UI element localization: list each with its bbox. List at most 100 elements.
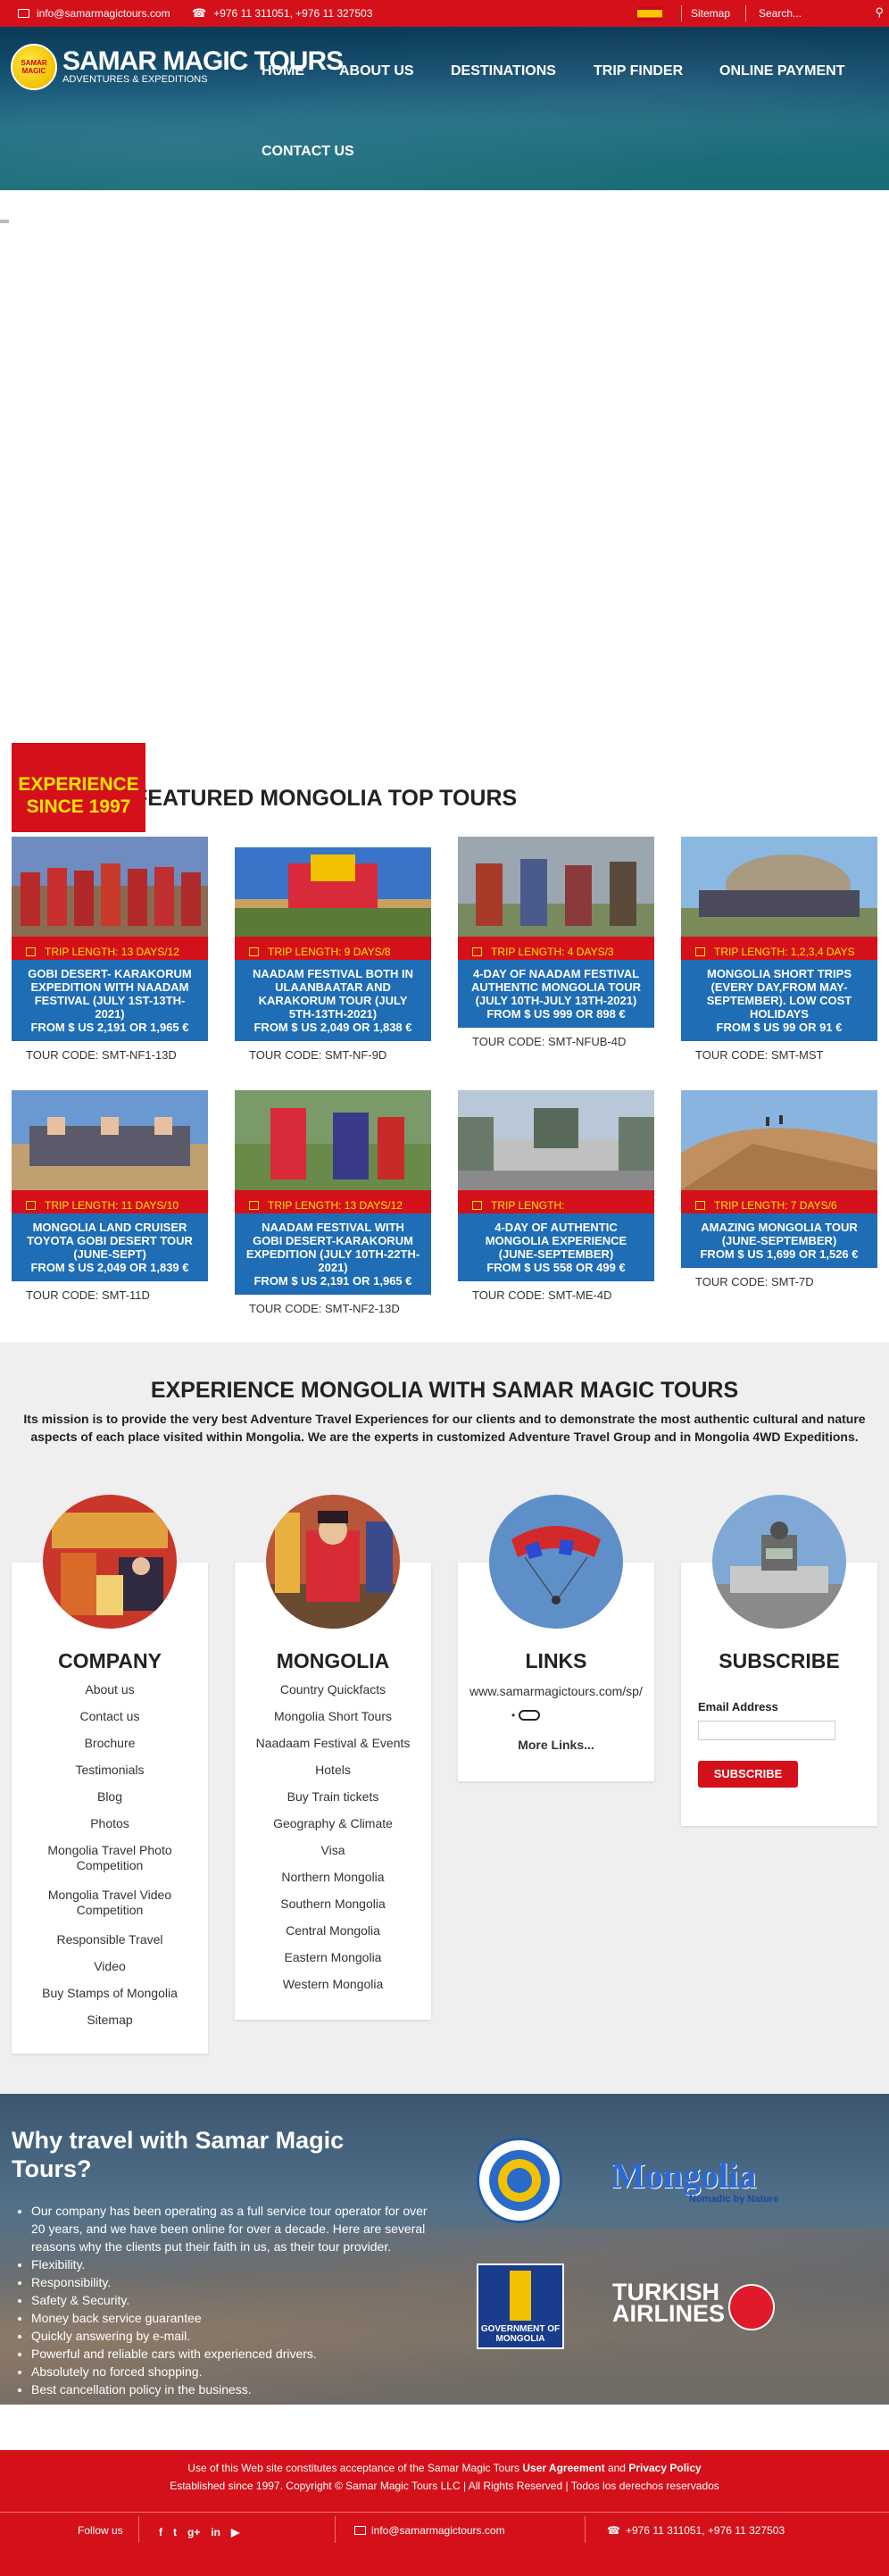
tour-name[interactable]: MONGOLIA LAND CRUISER TOYOTA GOBI DESERT… — [22, 1221, 197, 1261]
mongolia-link[interactable]: Country Quickfacts — [235, 1682, 431, 1697]
tour-info[interactable]: GOBI DESERT- KARAKORUM EXPEDITION WITH N… — [12, 960, 208, 1041]
mongolia-link[interactable]: Buy Train tickets — [235, 1789, 431, 1805]
spanish-flag-icon[interactable] — [637, 6, 662, 21]
search-icon[interactable]: ⚲ — [875, 5, 884, 20]
nav-home[interactable]: HOME — [262, 63, 304, 79]
tour-info[interactable]: MONGOLIA LAND CRUISER TOYOTA GOBI DESERT… — [12, 1213, 208, 1281]
social-icon[interactable]: g+ — [187, 2526, 200, 2538]
company-link[interactable]: Photos — [12, 1816, 208, 1831]
mongolia-link[interactable]: Western Mongolia — [235, 1977, 431, 1992]
tour-card[interactable]: TRIP LENGTH: 13 DAYS/12 GOBI DESERT- KARA… — [12, 837, 208, 1069]
tour-name[interactable]: 4-DAY OF NAADAM FESTIVAL AUTHENTIC MONGO… — [469, 967, 644, 1007]
company-photo — [43, 1495, 177, 1629]
social-icon[interactable]: in — [211, 2526, 220, 2538]
tour-info[interactable]: MONGOLIA SHORT TRIPS (EVERY DAY,FROM MAY… — [681, 960, 877, 1041]
company-link[interactable]: Mongolia Travel Photo Competition — [12, 1843, 208, 1873]
trip-length-text: TRIP LENGTH: — [491, 1198, 565, 1212]
tour-price: FROM $ US 2,191 OR 1,965 € — [30, 1021, 189, 1034]
about-text: Its mission is to provide the very best … — [23, 1412, 866, 1444]
mongolia-link[interactable]: Hotels — [235, 1763, 431, 1778]
tour-photo[interactable] — [458, 837, 654, 937]
slider-control[interactable] — [0, 220, 9, 223]
mongolia-link[interactable]: Geography & Climate — [235, 1816, 431, 1831]
nav-destinations[interactable]: DESTINATIONS — [451, 63, 556, 79]
nav-about[interactable]: ABOUT US — [339, 63, 414, 79]
subscribe-photo — [712, 1495, 846, 1629]
email-field[interactable] — [698, 1721, 835, 1740]
nav-contact[interactable]: CONTACT US — [262, 144, 354, 160]
tour-info[interactable]: 4-DAY OF AUTHENTIC MONGOLIA EXPERIENCE (… — [458, 1213, 654, 1281]
top-email[interactable]: info@samarmagictours.com — [18, 7, 170, 20]
social-icon[interactable]: f — [159, 2526, 162, 2538]
company-link[interactable]: Testimonials — [12, 1763, 208, 1778]
tour-card[interactable]: TRIP LENGTH: 1,2,3,4 DAYS MONGOLIA SHORT … — [681, 837, 877, 1069]
privacy-policy-link[interactable]: Privacy Policy — [628, 2462, 701, 2474]
tour-card[interactable]: TRIP LENGTH: 4 DAYS/3 4-DAY OF NAADAM FES… — [458, 837, 654, 1055]
mongolia-link[interactable]: Southern Mongolia — [235, 1897, 431, 1912]
top-email-link[interactable]: info@samarmagictours.com — [37, 7, 170, 20]
company-link[interactable]: Blog — [12, 1789, 208, 1805]
tour-photo[interactable] — [12, 837, 208, 937]
company-link[interactable]: Mongolia Travel Video Competition — [12, 1888, 208, 1918]
search-box[interactable]: Search... ⚲ — [759, 5, 884, 20]
tour-photo[interactable] — [681, 1090, 877, 1190]
tour-name[interactable]: NAADAM FESTIVAL WITH GOBI DESERT-KARAKOR… — [245, 1221, 420, 1274]
mongolia-link[interactable]: Central Mongolia — [235, 1923, 431, 1938]
tour-card[interactable]: TRIP LENGTH: 11 DAYS/10 MONGOLIA LAND CRU… — [12, 1090, 208, 1309]
mongolia-link[interactable]: Northern Mongolia — [235, 1870, 431, 1885]
top-phone: ☎ +976 11 311051, +976 11 327503 — [192, 7, 372, 20]
company-link[interactable]: Responsible Travel — [12, 1932, 208, 1947]
more-links[interactable]: More Links... — [458, 1738, 654, 1753]
tour-card[interactable]: TRIP LENGTH: 9 DAYS/8 NAADAM FESTIVAL BOT… — [235, 837, 431, 1069]
tour-photo[interactable] — [12, 1090, 208, 1190]
company-link[interactable]: Video — [12, 1959, 208, 1974]
tour-code: TOUR CODE: SMT-ME-4D — [472, 1288, 612, 1302]
tour-name[interactable]: 4-DAY OF AUTHENTIC MONGOLIA EXPERIENCE (… — [469, 1221, 644, 1261]
links-url[interactable]: www.samarmagictours.com/sp/ — [458, 1684, 654, 1699]
tour-name[interactable]: MONGOLIA SHORT TRIPS (EVERY DAY,FROM MAY… — [692, 967, 867, 1021]
tour-info[interactable]: AMAZING MONGOLIA TOUR (JUNE-SEPTEMBER) FR… — [681, 1213, 877, 1268]
mongolia-link[interactable]: Mongolia Short Tours — [235, 1709, 431, 1724]
mongolia-link[interactable]: Visa — [235, 1843, 431, 1858]
sitemap-link[interactable]: Sitemap — [691, 7, 730, 20]
logo-badge-text: SAMAR MAGIC — [21, 59, 47, 75]
tour-photo[interactable] — [458, 1090, 654, 1190]
tour-info[interactable]: NAADAM FESTIVAL WITH GOBI DESERT-KARAKOR… — [235, 1213, 431, 1295]
search-input[interactable]: Search... — [759, 7, 802, 20]
tour-info[interactable]: NAADAM FESTIVAL BOTH IN ULAANBAATAR AND … — [235, 960, 431, 1041]
footer-email-text[interactable]: info@samarmagictours.com — [371, 2524, 505, 2537]
company-link[interactable]: Sitemap — [12, 2013, 208, 2028]
social-links: f t g+ in ▶ — [154, 2524, 245, 2540]
nav-online-payment[interactable]: ONLINE PAYMENT — [719, 63, 844, 79]
nav-trip-finder[interactable]: TRIP FINDER — [594, 63, 683, 79]
company-link[interactable]: Brochure — [12, 1736, 208, 1751]
trip-length-text: TRIP LENGTH: 7 DAYS/6 — [714, 1198, 837, 1212]
tour-code: TOUR CODE: SMT-NF1-13D — [26, 1048, 177, 1062]
company-link[interactable]: Contact us — [12, 1709, 208, 1724]
user-agreement-link[interactable]: User Agreement — [522, 2462, 604, 2474]
header: SAMAR MAGIC SAMAR MAGIC TOURS ADVENTURES… — [0, 27, 889, 190]
company-link[interactable]: Buy Stamps of Mongolia — [12, 1986, 208, 2001]
tour-info[interactable]: 4-DAY OF NAADAM FESTIVAL AUTHENTIC MONGO… — [458, 960, 654, 1028]
email-label: Email Address — [698, 1700, 778, 1713]
tour-photo[interactable] — [235, 1090, 431, 1190]
tour-name[interactable]: NAADAM FESTIVAL BOTH IN ULAANBAATAR AND … — [245, 967, 420, 1021]
tour-card[interactable]: TRIP LENGTH: 4-DAY OF AUTHENTIC MONGOLIA … — [458, 1090, 654, 1309]
trip-length: TRIP LENGTH: 7 DAYS/6 — [681, 1190, 877, 1213]
mongolia-link[interactable]: Eastern Mongolia — [235, 1950, 431, 1965]
social-icon[interactable]: t — [173, 2526, 177, 2538]
tour-name[interactable]: GOBI DESERT- KARAKORUM EXPEDITION WITH N… — [22, 967, 197, 1021]
company-link[interactable]: About us — [12, 1682, 208, 1697]
mongolia-link[interactable]: Naadaam Festival & Events — [235, 1736, 431, 1751]
tour-card[interactable]: TRIP LENGTH: 7 DAYS/6 AMAZING MONGOLIA TO… — [681, 1090, 877, 1296]
tour-photo[interactable] — [235, 837, 431, 937]
tripadvisor-icon[interactable] — [519, 1710, 541, 1722]
trip-length-text: TRIP LENGTH: 4 DAYS/3 — [491, 945, 614, 958]
tour-name[interactable]: AMAZING MONGOLIA TOUR (JUNE-SEPTEMBER) — [692, 1221, 867, 1247]
tour-card[interactable]: TRIP LENGTH: 13 DAYS/12 NAADAM FESTIVAL W… — [235, 1090, 431, 1322]
tour-photo[interactable] — [681, 837, 877, 937]
footer-email[interactable]: info@samarmagictours.com — [354, 2524, 505, 2537]
why-item: Flexibility. — [31, 2255, 433, 2273]
subscribe-button[interactable]: SUBSCRIBE — [698, 1761, 798, 1788]
social-icon[interactable]: ▶ — [231, 2526, 239, 2538]
